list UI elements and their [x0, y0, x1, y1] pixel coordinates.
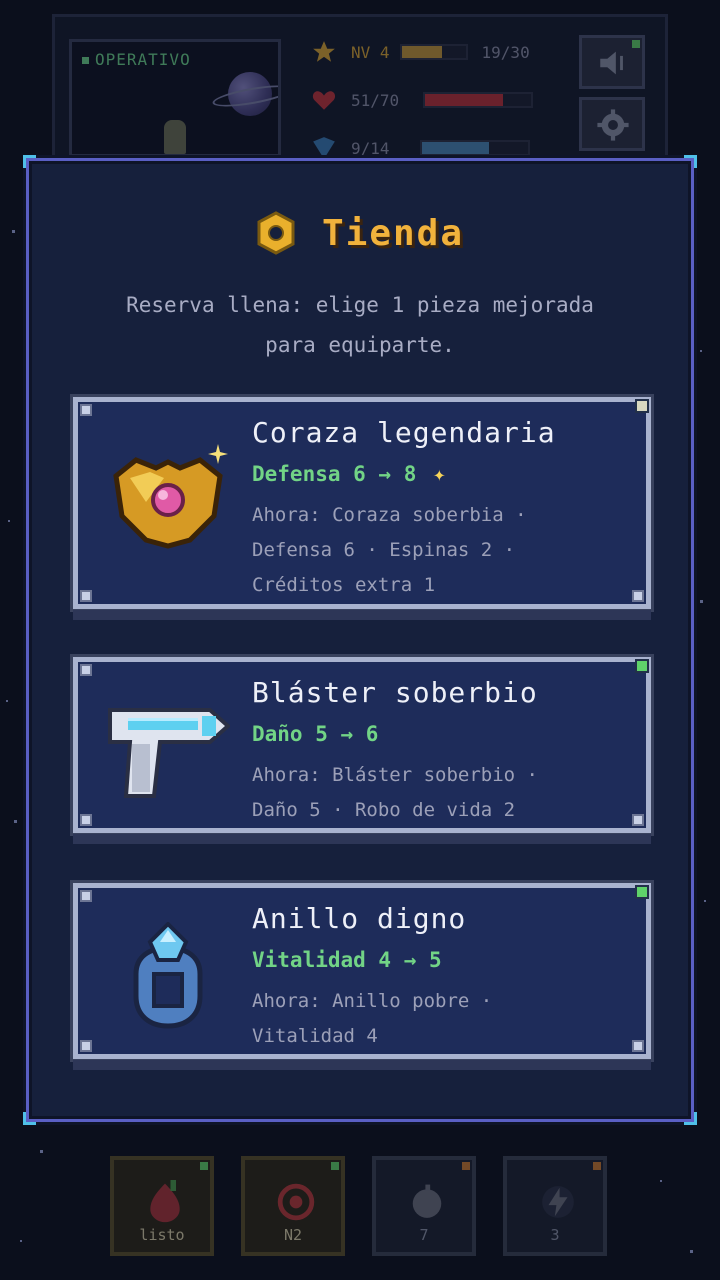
rivet: [80, 404, 92, 416]
item-name: Bláster soberbio: [252, 676, 538, 709]
shield-text: 9/14: [351, 138, 390, 158]
slot-label: N2: [283, 1226, 303, 1244]
modal-header: Tienda: [29, 211, 691, 255]
subtitle-line: para equiparte.: [265, 333, 455, 357]
gear-nut-icon: [257, 211, 295, 255]
slot-lightning[interactable]: 3: [503, 1156, 607, 1256]
subtitle-line: Reserva llena: elige 1 pieza mejorada: [126, 293, 594, 317]
slot-potion[interactable]: listo: [110, 1156, 214, 1256]
current-info-line: Daño 5 · Robo de vida 2: [252, 799, 516, 821]
xp-text: 19/30: [481, 42, 530, 62]
health-stat: 51/70: [311, 87, 534, 113]
current-info-line: Defensa 6 · Espinas 2 ·: [252, 539, 516, 561]
slot-label: listo: [139, 1226, 185, 1244]
bomb-icon: [412, 1184, 442, 1218]
quick-slots: listo N2 7 3: [110, 1156, 607, 1256]
slot-target[interactable]: N2: [241, 1156, 345, 1256]
status-label: OPERATIVO: [82, 50, 191, 69]
hp-bar: [423, 92, 534, 108]
sound-on-indicator: [632, 40, 640, 48]
frame-corner: [23, 1112, 36, 1125]
astronaut-sprite: [164, 120, 186, 154]
current-info-line: Ahora: Bláster soberbio ·: [252, 764, 538, 786]
slot-cooldown-led: [593, 1162, 601, 1170]
gear-icon: [597, 109, 629, 141]
rivet: [80, 1040, 92, 1052]
shop-modal: Tienda Reserva llena: elige 1 pieza mejo…: [23, 155, 697, 1125]
slot-ready-led: [331, 1162, 339, 1170]
shop-subtitle: Reserva llena: elige 1 pieza mejorada pa…: [79, 285, 641, 365]
rivet: [632, 590, 644, 602]
slot-bomb[interactable]: 7: [372, 1156, 476, 1256]
scene-view: OPERATIVO: [69, 39, 281, 157]
item-stat-change: Defensa 6 → 8 ✦: [252, 462, 446, 486]
armor-icon: [113, 444, 228, 549]
slot-label: 3: [550, 1226, 560, 1244]
rivet: [80, 890, 92, 902]
level-stat: NV 4 19/30: [311, 39, 530, 65]
speaker-icon: [600, 51, 623, 75]
hp-text: 51/70: [351, 90, 400, 110]
frame-corner: [684, 155, 697, 168]
item-card-ring[interactable]: Anillo digno Vitalidad 4 → 5 Ahora: Anil…: [73, 883, 651, 1070]
card-indicator-led: [635, 885, 649, 899]
current-info-line: Ahora: Coraza soberbia ·: [252, 504, 527, 526]
xp-bar: [399, 44, 468, 60]
current-info-line: Vitalidad 4: [252, 1025, 378, 1047]
item-card-blaster[interactable]: Bláster soberbio Daño 5 → 6 Ahora: Blást…: [73, 657, 651, 844]
item-stat-change: Vitalidad 4 → 5: [252, 948, 442, 972]
hud-panel: OPERATIVO NV 4 19/30 51/70 9/14: [52, 14, 668, 164]
rivet: [632, 1040, 644, 1052]
current-info-line: Ahora: Anillo pobre ·: [252, 990, 493, 1012]
rivet: [80, 814, 92, 826]
sound-button[interactable]: [579, 35, 645, 89]
frame-corner: [23, 155, 36, 168]
rivet: [632, 814, 644, 826]
shield-bar: [419, 140, 530, 156]
rivet: [80, 664, 92, 676]
item-name: Coraza legendaria: [252, 416, 556, 449]
item-current-info: Ahora: Anillo pobre · Vitalidad 4: [252, 984, 632, 1054]
frame-corner: [684, 1112, 697, 1125]
card-indicator-led: [635, 399, 649, 413]
card-indicator-led: [635, 659, 649, 673]
item-stat-change-text: Defensa 6 → 8: [252, 462, 417, 486]
settings-button[interactable]: [579, 97, 645, 151]
lightning-icon: [542, 1186, 574, 1218]
rivet: [80, 590, 92, 602]
slot-label: 7: [419, 1226, 429, 1244]
target-icon: [277, 1183, 315, 1221]
blaster-icon: [108, 708, 230, 798]
potion-icon: [150, 1180, 180, 1223]
star-icon: [313, 41, 335, 62]
item-name: Anillo digno: [252, 902, 467, 935]
item-card-armor[interactable]: Coraza legendaria Defensa 6 → 8 ✦ Ahora:…: [73, 397, 651, 620]
current-info-line: Créditos extra 1: [252, 574, 436, 596]
slot-cooldown-led: [462, 1162, 470, 1170]
sparkle-icon: ✦: [433, 462, 446, 486]
shop-title: Tienda: [321, 212, 465, 254]
heart-icon: [312, 91, 336, 110]
item-current-info: Ahora: Coraza soberbia · Defensa 6 · Esp…: [252, 498, 632, 603]
item-stat-change: Daño 5 → 6: [252, 722, 379, 746]
ring-icon: [133, 922, 203, 1029]
level-label: NV 4: [351, 42, 390, 62]
slot-ready-led: [200, 1162, 208, 1170]
item-current-info: Ahora: Bláster soberbio · Daño 5 · Robo …: [252, 758, 632, 828]
